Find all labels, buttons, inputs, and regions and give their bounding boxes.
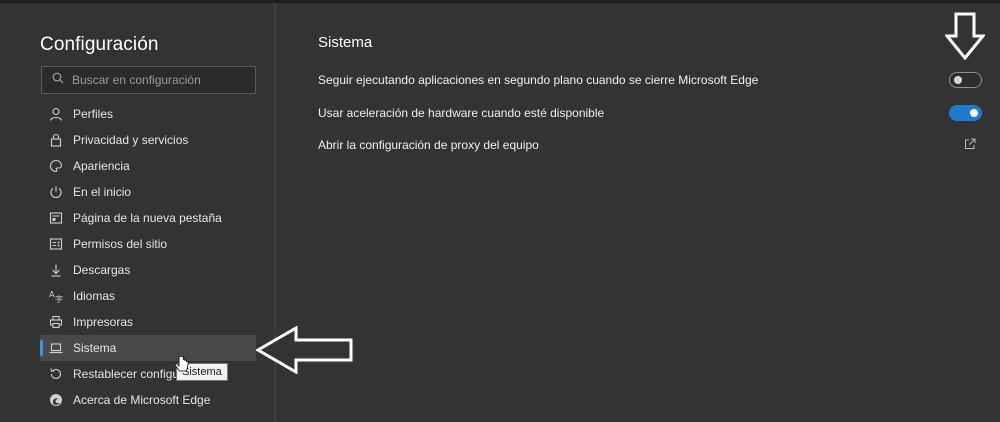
sidebar-item-label: Página de la nueva pestaña (73, 211, 222, 225)
sidebar-item-nueva-pestana[interactable]: Página de la nueva pestaña (40, 205, 256, 231)
printer-icon (49, 315, 63, 329)
sidebar-item-perfiles[interactable]: Perfiles (40, 101, 256, 127)
site-permissions-icon (49, 237, 63, 251)
setting-row-background-apps: Seguir ejecutando aplicaciones en segund… (318, 70, 982, 90)
languages-icon: A字 (49, 289, 63, 303)
sidebar-title: Configuración (40, 34, 159, 55)
toggle-knob (970, 109, 978, 117)
search-icon (52, 71, 64, 89)
sidebar-item-idiomas[interactable]: A字 Idiomas (40, 283, 256, 309)
search-input[interactable] (72, 73, 252, 87)
sidebar-item-label: Perfiles (73, 107, 114, 121)
sidebar-item-sistema[interactable]: Sistema (40, 335, 256, 361)
sidebar-item-label: Acerca de Microsoft Edge (73, 393, 211, 407)
sidebar-item-label: Privacidad y servicios (73, 133, 189, 147)
reset-icon (49, 367, 63, 381)
power-icon (49, 185, 63, 199)
background-apps-toggle[interactable] (949, 72, 982, 88)
hardware-acceleration-toggle[interactable] (949, 105, 982, 121)
setting-label: Abrir la configuración de proxy del equi… (318, 138, 539, 152)
sidebar-item-label: Impresoras (73, 315, 134, 329)
sidebar-item-label: Apariencia (73, 159, 130, 173)
sidebar-item-label: Sistema (73, 341, 117, 355)
hand-cursor-icon (174, 355, 189, 379)
external-link-icon[interactable] (964, 138, 976, 153)
palette-icon (49, 159, 63, 173)
setting-row-hardware-acceleration: Usar aceleración de hardware cuando esté… (318, 103, 982, 123)
setting-label: Usar aceleración de hardware cuando esté… (318, 106, 605, 120)
edge-icon (49, 393, 63, 407)
sidebar-item-label: Descargas (73, 263, 131, 277)
toggle-knob (954, 76, 962, 84)
annotation-arrow-left-icon (255, 325, 356, 379)
sidebar-item-apariencia[interactable]: Apariencia (40, 153, 256, 179)
svg-text:字: 字 (55, 294, 63, 303)
person-icon (49, 107, 63, 121)
setting-row-proxy[interactable]: Abrir la configuración de proxy del equi… (318, 135, 982, 155)
page-title: Sistema (318, 34, 373, 51)
sidebar-item-permisos[interactable]: Permisos del sitio (40, 231, 256, 257)
sidebar-item-label: En el inicio (73, 185, 132, 199)
laptop-icon (49, 341, 63, 355)
sidebar-item-acerca[interactable]: Acerca de Microsoft Edge (40, 387, 256, 413)
download-icon (49, 263, 63, 277)
sidebar-item-impresoras[interactable]: Impresoras (40, 309, 256, 335)
sidebar-item-label: Restablecer configu (73, 367, 180, 381)
annotation-arrow-down-icon (943, 12, 987, 65)
sidebar-item-label: Permisos del sitio (73, 237, 168, 251)
new-tab-icon (49, 211, 63, 225)
sidebar-item-privacidad[interactable]: Privacidad y servicios (40, 127, 256, 153)
sidebar-item-inicio[interactable]: En el inicio (40, 179, 256, 205)
sidebar-item-descargas[interactable]: Descargas (40, 257, 256, 283)
lock-icon (49, 133, 63, 147)
sidebar-item-label: Idiomas (73, 289, 116, 303)
search-box[interactable] (41, 66, 256, 94)
setting-label: Seguir ejecutando aplicaciones en segund… (318, 73, 759, 87)
